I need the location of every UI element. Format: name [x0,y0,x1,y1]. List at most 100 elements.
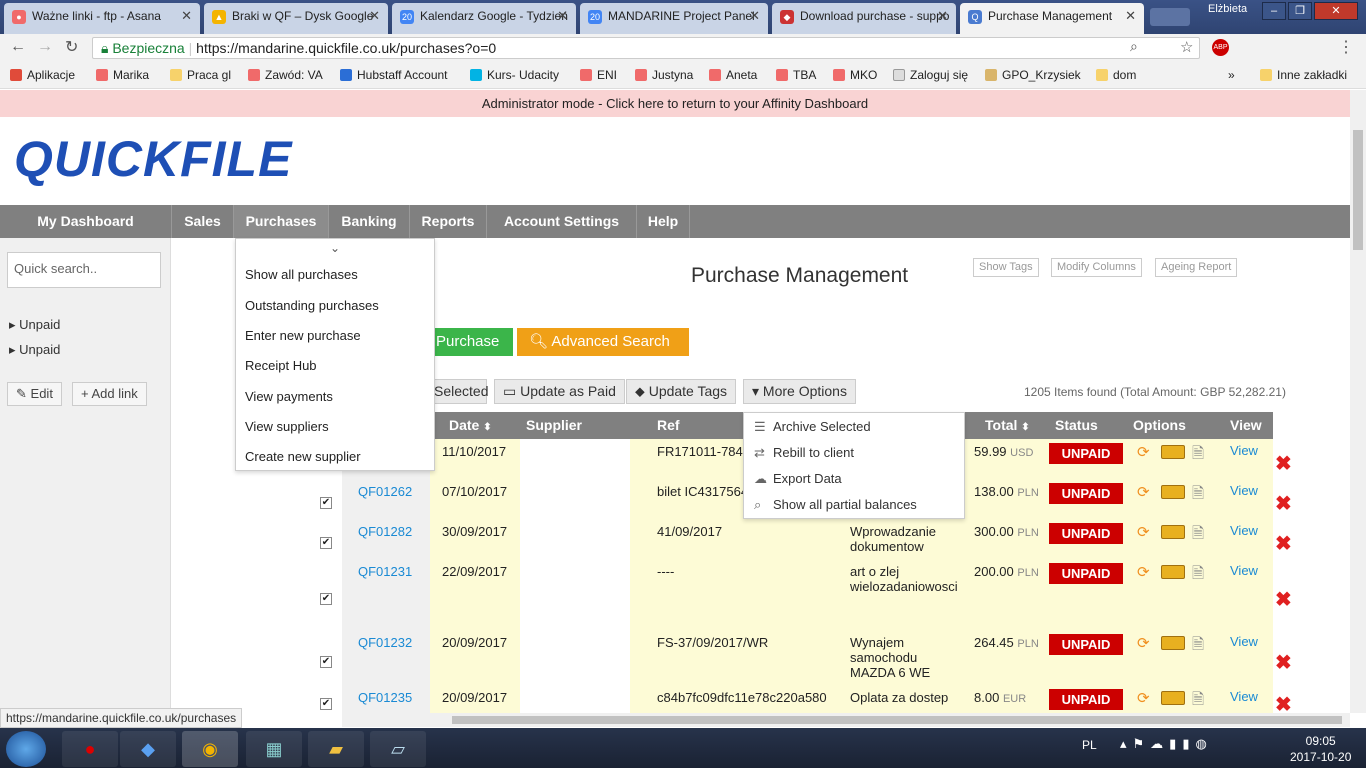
explorer-icon[interactable]: ▰ [308,731,364,767]
horizontal-scrollbar[interactable] [342,713,1350,727]
bookmark-apps[interactable]: Aplikacje [10,68,75,82]
reload-icon[interactable]: ↻ [65,37,78,57]
bookmark-udacity[interactable]: Kurs- Udacity [470,68,559,82]
browser-tab-calendar[interactable]: 20 Kalendarz Google - Tydzień ✕ [392,3,576,34]
status-badge[interactable]: UNPAID [1049,634,1123,655]
edit-button[interactable]: ✎ Edit [7,382,62,406]
update-tags-button[interactable]: ⬥ Update Tags [626,379,737,404]
tray-icons[interactable]: ▴⚑☁▮▮◍ [1120,736,1213,752]
bookmark-marika[interactable]: Marika [96,68,149,82]
modify-columns-button[interactable]: Modify Columns [1051,258,1142,277]
nav-help[interactable]: Help [637,205,690,238]
purchase-id-link[interactable]: QF01282 [358,524,412,539]
view-link[interactable]: View [1230,483,1258,498]
payment-card-icon[interactable] [1161,565,1185,579]
bookmark-zaloguj[interactable]: Zaloguj się [893,68,968,82]
start-button-icon[interactable] [6,731,46,767]
browser-tab-download[interactable]: ◆ Download purchase - suppo ✕ [772,3,956,34]
chrome-icon[interactable]: ◉ [182,731,238,767]
admin-mode-banner[interactable]: Administrator mode - Click here to retur… [0,90,1350,117]
bookmark-tba[interactable]: TBA [776,68,816,82]
recurring-icon[interactable]: ⟳ [1137,634,1150,652]
recurring-icon[interactable]: ⟳ [1137,483,1150,501]
row-checkbox[interactable]: ✔ [320,698,332,710]
status-badge[interactable]: UNPAID [1049,523,1123,544]
bookmark-other[interactable]: Inne zakładki [1260,68,1347,82]
document-icon[interactable]: 🗎︎ [1192,634,1204,659]
bookmark-eni[interactable]: ENI [580,68,617,82]
nav-sales[interactable]: Sales [172,205,234,238]
update-as-paid-button[interactable]: ▭ Update as Paid [494,379,625,404]
payment-card-icon[interactable] [1161,485,1185,499]
purchase-id-link[interactable]: QF01235 [358,690,412,705]
menu-archive-selected[interactable]: ☰ Archive Selected [754,419,871,435]
row-checkbox[interactable]: ✔ [320,655,332,668]
view-link[interactable]: View [1230,634,1258,649]
purchase-id-link[interactable]: QF01231 [358,564,412,579]
col-status[interactable]: Status [1055,412,1098,439]
menu-rebill-to-client[interactable]: ⇄ Rebill to client [754,445,854,461]
document-icon[interactable]: 🗎︎ [1192,483,1204,508]
close-window-icon[interactable]: ✕ [1314,2,1358,20]
add-link-button[interactable]: + Add link [72,382,147,406]
nav-banking[interactable]: Banking [329,205,410,238]
bookmark-mko[interactable]: MKO [833,68,877,82]
menu-enter-new-purchase[interactable]: Enter new purchase [245,328,361,343]
sidebar-link-unpaid[interactable]: ▸ Unpaid [9,317,60,333]
recurring-icon[interactable]: ⟳ [1137,523,1150,541]
purchase-id-link[interactable]: QF01232 [358,635,412,650]
language-indicator[interactable]: PL [1082,738,1097,752]
bookmark-dom[interactable]: dom [1096,68,1136,82]
new-tab-button[interactable] [1150,8,1190,26]
close-icon[interactable]: ✕ [1125,3,1136,29]
bookmark-hubstaff[interactable]: Hubstaff Account [340,68,448,82]
close-icon[interactable]: ✕ [749,3,760,29]
record-icon[interactable]: ● [62,731,118,767]
nav-reports[interactable]: Reports [410,205,487,238]
minimize-icon[interactable]: – [1262,2,1286,20]
row-checkbox[interactable]: ✔ [320,497,332,509]
show-tags-button[interactable]: Show Tags [973,258,1039,277]
new-purchase-button[interactable]: Purchase [428,328,513,356]
menu-view-suppliers[interactable]: View suppliers [245,419,329,434]
view-link[interactable]: View [1230,689,1258,704]
nav-my-dashboard[interactable]: My Dashboard [0,205,172,238]
document-icon[interactable]: 🗎︎ [1192,563,1204,588]
view-link[interactable]: View [1230,523,1258,538]
payment-card-icon[interactable] [1161,445,1185,459]
back-icon[interactable]: ← [10,38,26,56]
menu-outstanding-purchases[interactable]: Outstanding purchases [245,298,379,313]
browser-tab-mandarine[interactable]: 20 MANDARINE Project Panel ✕ [580,3,768,34]
delete-icon[interactable]: ✖ [1275,650,1292,675]
purchase-id-link[interactable]: QF01262 [358,484,412,499]
zoom-icon[interactable]: ⌕ [1130,38,1138,55]
nav-purchases[interactable]: Purchases [234,205,329,238]
adblock-icon[interactable]: ABP [1212,39,1229,56]
ageing-report-button[interactable]: Ageing Report [1155,258,1238,277]
taskbar-clock[interactable]: 09:05 2017-10-20 [1290,733,1351,765]
delete-icon[interactable]: ✖ [1275,451,1292,476]
close-icon[interactable]: ✕ [181,3,192,29]
status-badge[interactable]: UNPAID [1049,563,1123,584]
profile-name[interactable]: Elżbieta [1208,3,1247,15]
col-ref[interactable]: Ref [657,412,680,439]
menu-show-all-purchases[interactable]: Show all purchases [245,267,358,282]
more-options-button[interactable]: ▾ More Options [743,379,856,404]
forward-icon[interactable]: → [37,38,53,56]
recurring-icon[interactable]: ⟳ [1137,689,1150,707]
bookmark-praca[interactable]: Praca gl [170,68,231,82]
control-panel-icon[interactable]: ▦ [246,731,302,767]
sidebar-link-unpaid[interactable]: ▸ Unpaid [9,342,60,358]
close-icon[interactable]: ✕ [557,3,568,29]
payment-card-icon[interactable] [1161,691,1185,705]
payment-card-icon[interactable] [1161,636,1185,650]
delete-icon[interactable]: ✖ [1275,491,1292,516]
recurring-icon[interactable]: ⟳ [1137,443,1150,461]
delete-icon[interactable]: ✖ [1275,587,1292,612]
menu-view-payments[interactable]: View payments [245,389,333,404]
close-icon[interactable]: ✕ [369,3,380,29]
restore-icon[interactable]: ❐ [1288,2,1312,20]
browser-tab-purchase-management[interactable]: Q Purchase Management ✕ [960,3,1144,34]
bookmark-gpo[interactable]: GPO_Krzysiek [985,68,1081,82]
document-icon[interactable]: 🗎︎ [1192,523,1204,548]
